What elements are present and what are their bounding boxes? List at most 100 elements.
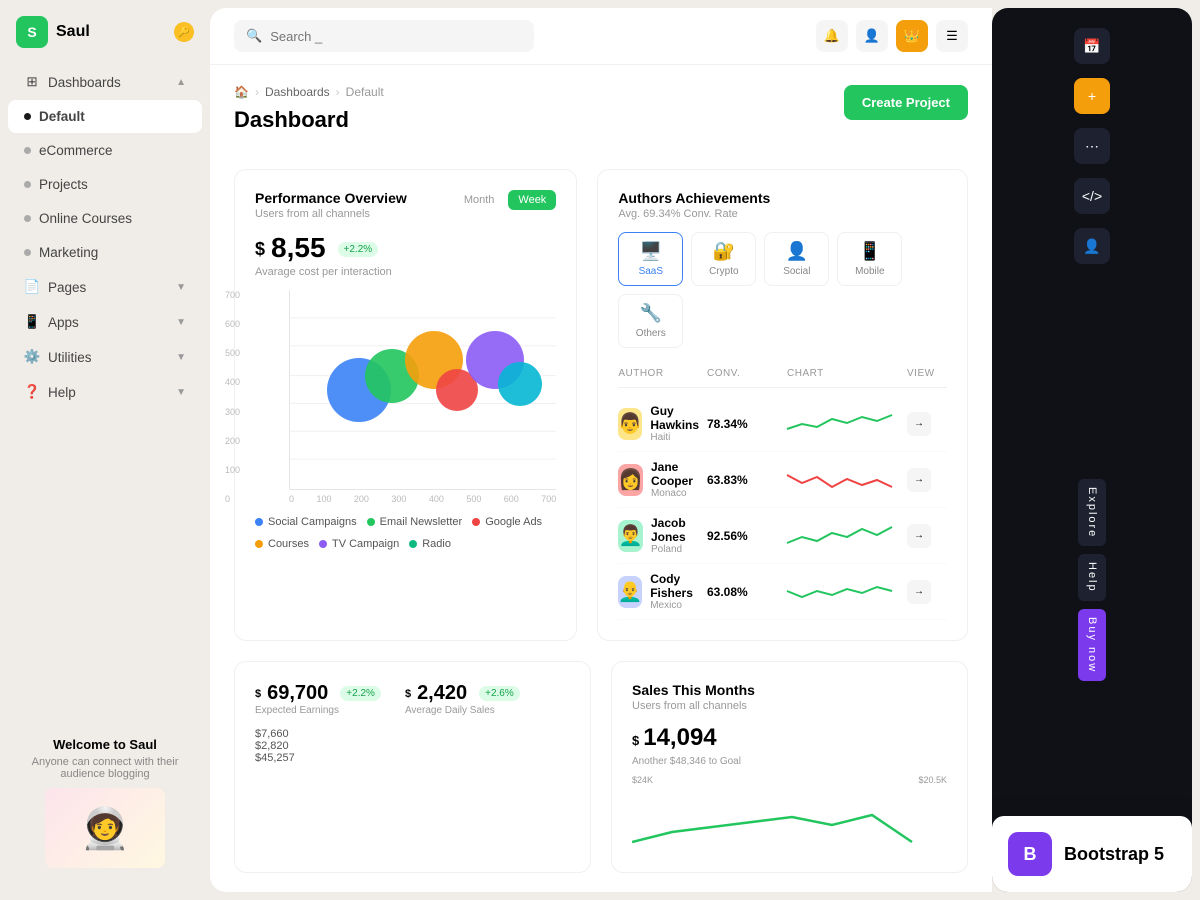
footer-title: Welcome to Saul (16, 737, 194, 752)
sidebar-label-apps: Apps (48, 315, 79, 330)
rp-user-btn[interactable]: 👤 (1074, 228, 1110, 264)
search-icon: 🔍 (246, 28, 262, 44)
pages-icon: 📄 (24, 279, 40, 295)
performance-title: Performance Overview (255, 190, 407, 206)
earnings-stats: $ 69,700 +2.2% Expected Earnings $ 2,420… (255, 682, 570, 716)
legend-label-email: Email Newsletter (380, 516, 463, 528)
chart-legend: Social Campaigns Email Newsletter Google… (255, 516, 556, 550)
topbar: 🔍 🔔 👤 👑 ☰ (210, 8, 992, 65)
tab-others[interactable]: 🔧 Others (618, 294, 683, 348)
tab-mobile[interactable]: 📱 Mobile (837, 232, 902, 286)
search-input[interactable] (270, 29, 470, 44)
sidebar-logo: S Saul 🔑 (0, 16, 210, 64)
search-box[interactable]: 🔍 (234, 20, 534, 52)
grid-icon: ⊞ (24, 74, 40, 90)
legend-social: Social Campaigns (255, 516, 357, 528)
sidebar-item-default[interactable]: Default (8, 100, 202, 133)
chevron-icon: ▲ (176, 77, 186, 88)
chevron-pages: ▼ (176, 282, 186, 293)
rp-code-btn[interactable]: </> (1074, 178, 1110, 214)
explore-btn[interactable]: Explore (1078, 479, 1106, 546)
chart-cody (787, 577, 887, 607)
tab-social[interactable]: 👤 Social (764, 232, 829, 286)
sidebar-item-pages[interactable]: 📄 Pages ▼ (8, 270, 202, 304)
sidebar-item-marketing[interactable]: Marketing (8, 236, 202, 269)
bootstrap-text: Bootstrap 5 (1064, 844, 1164, 865)
metric-value: 8,55 (271, 232, 326, 264)
earnings-card: $ 69,700 +2.2% Expected Earnings $ 2,420… (234, 661, 591, 873)
right-panel: 📅 + ⋯ </> 👤 Explore Help Buy now B Boots… (992, 8, 1192, 892)
help-btn[interactable]: Help (1078, 554, 1106, 601)
avatar-jane: 👩 (618, 464, 643, 496)
breadcrumb-dashboards[interactable]: Dashboards (265, 85, 330, 99)
view-btn-jane[interactable]: → (907, 468, 931, 492)
author-info-jane: 👩 Jane Cooper Monaco (618, 460, 707, 499)
author-name-jane: Jane Cooper (651, 460, 707, 488)
sidebar-item-dashboards[interactable]: ⊞ Dashboards ▲ (8, 65, 202, 99)
x-axis-labels: 0 100 200 300 400 500 600 700 (289, 490, 556, 504)
author-country-cody: Mexico (650, 600, 707, 611)
author-country-jane: Monaco (651, 488, 707, 499)
sidebar-label-pages: Pages (48, 280, 86, 295)
sidebar-item-online-courses[interactable]: Online Courses (8, 202, 202, 235)
expected-badge: +2.2% (340, 686, 381, 701)
earning-item-2: $2,820 (255, 740, 295, 752)
daily-sales: $ 2,420 +2.6% Average Daily Sales (405, 682, 520, 716)
legend-dot-google-ads (472, 518, 480, 526)
legend-google-ads: Google Ads (472, 516, 542, 528)
dashboard-grid: Performance Overview Users from all chan… (234, 169, 968, 641)
view-btn-cody[interactable]: → (907, 580, 931, 604)
rp-plus-btn[interactable]: + (1074, 78, 1110, 114)
rp-calendar-btn[interactable]: 📅 (1074, 28, 1110, 64)
topbar-actions: 🔔 👤 👑 ☰ (816, 20, 968, 52)
sidebar-item-apps[interactable]: 📱 Apps ▼ (8, 305, 202, 339)
daily-badge: +2.6% (479, 686, 520, 701)
topbar-menu-btn[interactable]: ☰ (936, 20, 968, 52)
legend-label-tv: TV Campaign (332, 538, 399, 550)
sidebar-item-ecommerce[interactable]: eCommerce (8, 134, 202, 167)
col-author: AUTHOR (618, 368, 707, 379)
bubble-chart (289, 290, 556, 490)
chevron-help: ▼ (176, 387, 186, 398)
footer-subtitle: Anyone can connect with their audience b… (16, 756, 194, 780)
mobile-label: Mobile (855, 266, 884, 277)
performance-card: Performance Overview Users from all chan… (234, 169, 577, 641)
legend-label-radio: Radio (422, 538, 451, 550)
sidebar-item-utilities[interactable]: ⚙️ Utilities ▼ (8, 340, 202, 374)
crypto-label: Crypto (709, 266, 738, 277)
author-info-jacob: 👨‍🦱 Jacob Jones Poland (618, 516, 707, 555)
y-label-1: $24K (632, 775, 653, 785)
dot-marketing (24, 249, 31, 256)
avatar-cody: 👨‍🦲 (618, 576, 642, 608)
logo-badge: 🔑 (174, 22, 194, 42)
social-label: Social (783, 266, 810, 277)
create-project-button[interactable]: Create Project (844, 85, 968, 120)
rp-dots-btn[interactable]: ⋯ (1074, 128, 1110, 164)
view-btn-jacob[interactable]: → (907, 524, 931, 548)
sidebar-item-help[interactable]: ❓ Help ▼ (8, 375, 202, 409)
tab-saas[interactable]: 🖥️ SaaS (618, 232, 683, 286)
astronaut-image: 🧑‍🚀 (45, 788, 165, 868)
notifications-btn[interactable]: 🔔 (816, 20, 848, 52)
sidebar-item-projects[interactable]: Projects (8, 168, 202, 201)
right-panel-vertical-btns: Explore Help Buy now (1078, 284, 1106, 876)
sidebar-label-help: Help (48, 385, 76, 400)
tab-crypto[interactable]: 🔐 Crypto (691, 232, 756, 286)
buy-now-btn[interactable]: Buy now (1078, 609, 1106, 681)
avatar-jacob: 👨‍🦱 (618, 520, 643, 552)
earnings-list: $7,660 $2,820 $45,257 (255, 728, 295, 788)
avatar-guy: 👨 (618, 408, 642, 440)
legend-label-courses: Courses (268, 538, 309, 550)
apps-icon: 📱 (24, 314, 40, 330)
topbar-settings-btn[interactable]: 👑 (896, 20, 928, 52)
conv-rate-jacob: 92.56% (707, 529, 787, 543)
daily-value: 2,420 (417, 682, 467, 705)
view-btn-guy[interactable]: → (907, 412, 931, 436)
earnings-detail: $7,660 $2,820 $45,257 (255, 728, 570, 788)
bottom-section: $ 69,700 +2.2% Expected Earnings $ 2,420… (234, 661, 968, 873)
sales-header: Sales This Months Users from all channel… (632, 682, 947, 712)
tab-month[interactable]: Month (454, 190, 505, 210)
topbar-avatar-small[interactable]: 👤 (856, 20, 888, 52)
right-panel-icons: 📅 + ⋯ </> 👤 (1000, 24, 1184, 268)
tab-week[interactable]: Week (508, 190, 556, 210)
